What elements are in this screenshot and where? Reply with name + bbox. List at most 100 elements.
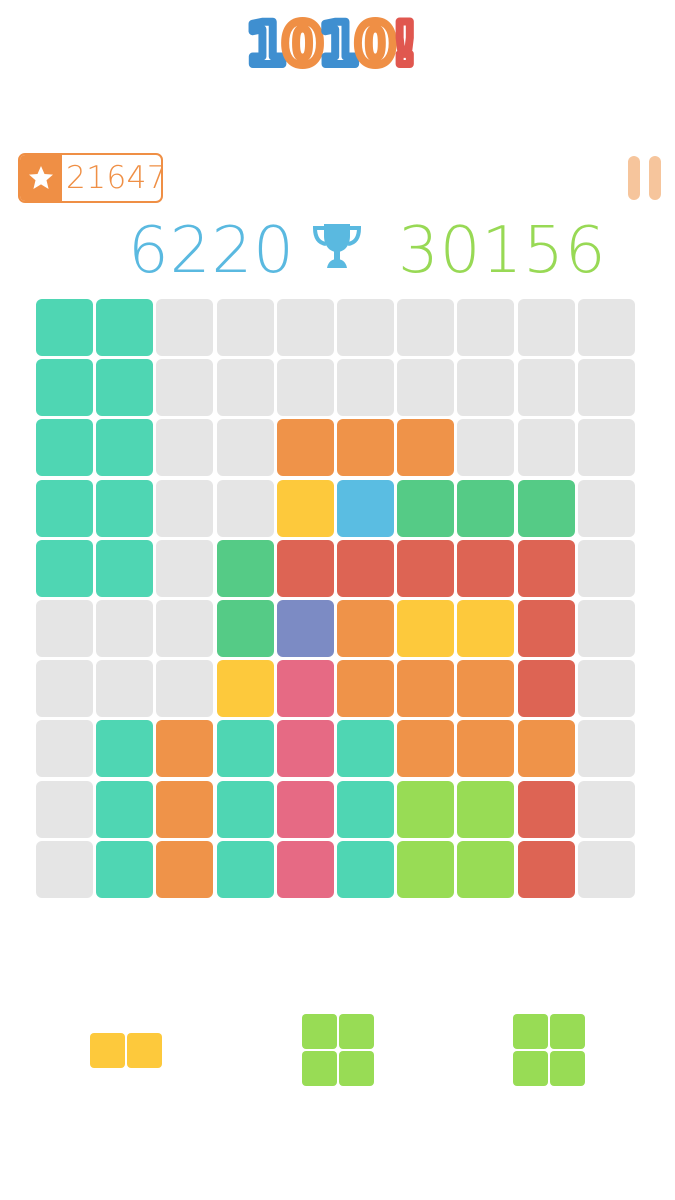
board-cell-filled[interactable] — [36, 540, 93, 597]
board-cell-empty[interactable] — [36, 720, 93, 777]
board-cell-empty[interactable] — [518, 359, 575, 416]
board-cell-filled[interactable] — [277, 781, 334, 838]
board-cell-filled[interactable] — [518, 540, 575, 597]
board-cell-filled[interactable] — [397, 540, 454, 597]
board-cell-filled[interactable] — [457, 480, 514, 537]
board-cell-empty[interactable] — [518, 299, 575, 356]
board-cell-filled[interactable] — [518, 660, 575, 717]
board-cell-empty[interactable] — [337, 359, 394, 416]
board-cell-filled[interactable] — [518, 841, 575, 898]
board-cell-filled[interactable] — [397, 720, 454, 777]
board-cell-empty[interactable] — [457, 359, 514, 416]
board-cell-empty[interactable] — [578, 419, 635, 476]
pause-button[interactable] — [626, 156, 666, 200]
game-board[interactable] — [36, 299, 638, 901]
board-cell-filled[interactable] — [277, 419, 334, 476]
board-cell-filled[interactable] — [217, 660, 274, 717]
board-cell-empty[interactable] — [578, 720, 635, 777]
board-cell-empty[interactable] — [156, 600, 213, 657]
board-cell-filled[interactable] — [397, 419, 454, 476]
board-cell-empty[interactable] — [578, 781, 635, 838]
board-cell-filled[interactable] — [36, 359, 93, 416]
board-cell-empty[interactable] — [96, 600, 153, 657]
board-cell-filled[interactable] — [397, 781, 454, 838]
board-cell-filled[interactable] — [337, 600, 394, 657]
board-cell-empty[interactable] — [217, 480, 274, 537]
board-cell-filled[interactable] — [337, 720, 394, 777]
tray-piece-green-2x2-a[interactable] — [302, 1014, 374, 1086]
board-cell-filled[interactable] — [337, 480, 394, 537]
board-cell-filled[interactable] — [337, 660, 394, 717]
board-cell-filled[interactable] — [156, 781, 213, 838]
board-cell-filled[interactable] — [96, 359, 153, 416]
board-cell-empty[interactable] — [457, 419, 514, 476]
board-cell-filled[interactable] — [518, 720, 575, 777]
board-cell-filled[interactable] — [277, 480, 334, 537]
board-cell-filled[interactable] — [457, 660, 514, 717]
board-cell-filled[interactable] — [217, 540, 274, 597]
board-cell-filled[interactable] — [337, 419, 394, 476]
board-cell-filled[interactable] — [36, 419, 93, 476]
board-cell-filled[interactable] — [277, 660, 334, 717]
board-cell-empty[interactable] — [217, 359, 274, 416]
board-cell-filled[interactable] — [156, 720, 213, 777]
board-cell-empty[interactable] — [397, 359, 454, 416]
board-cell-empty[interactable] — [277, 359, 334, 416]
board-cell-filled[interactable] — [518, 600, 575, 657]
board-cell-empty[interactable] — [156, 540, 213, 597]
board-cell-filled[interactable] — [337, 540, 394, 597]
board-cell-filled[interactable] — [156, 841, 213, 898]
board-cell-filled[interactable] — [518, 781, 575, 838]
board-cell-filled[interactable] — [96, 781, 153, 838]
board-cell-empty[interactable] — [217, 299, 274, 356]
board-cell-filled[interactable] — [277, 841, 334, 898]
board-cell-empty[interactable] — [36, 600, 93, 657]
board-cell-filled[interactable] — [457, 841, 514, 898]
board-cell-empty[interactable] — [96, 660, 153, 717]
board-cell-filled[interactable] — [217, 600, 274, 657]
board-cell-filled[interactable] — [96, 480, 153, 537]
board-cell-empty[interactable] — [277, 299, 334, 356]
board-cell-empty[interactable] — [578, 480, 635, 537]
tray-piece-green-2x2-b[interactable] — [513, 1014, 585, 1086]
board-cell-empty[interactable] — [578, 359, 635, 416]
board-cell-filled[interactable] — [36, 299, 93, 356]
board-cell-filled[interactable] — [457, 781, 514, 838]
board-cell-filled[interactable] — [277, 720, 334, 777]
board-cell-filled[interactable] — [457, 600, 514, 657]
board-cell-filled[interactable] — [277, 540, 334, 597]
board-cell-filled[interactable] — [337, 841, 394, 898]
board-cell-filled[interactable] — [277, 600, 334, 657]
board-cell-filled[interactable] — [337, 781, 394, 838]
board-cell-empty[interactable] — [578, 660, 635, 717]
board-cell-empty[interactable] — [518, 419, 575, 476]
board-cell-filled[interactable] — [96, 299, 153, 356]
board-cell-empty[interactable] — [217, 419, 274, 476]
board-cell-filled[interactable] — [397, 660, 454, 717]
board-cell-empty[interactable] — [156, 480, 213, 537]
star-count-badge[interactable]: 21647 — [18, 153, 163, 203]
board-cell-empty[interactable] — [578, 299, 635, 356]
board-cell-empty[interactable] — [578, 600, 635, 657]
board-cell-filled[interactable] — [36, 480, 93, 537]
board-cell-filled[interactable] — [96, 540, 153, 597]
board-cell-filled[interactable] — [217, 781, 274, 838]
board-cell-empty[interactable] — [36, 781, 93, 838]
board-cell-filled[interactable] — [96, 841, 153, 898]
board-cell-empty[interactable] — [156, 419, 213, 476]
board-cell-empty[interactable] — [156, 660, 213, 717]
board-cell-filled[interactable] — [96, 419, 153, 476]
tray-piece-yellow-1x2[interactable] — [90, 1033, 162, 1068]
board-cell-empty[interactable] — [457, 299, 514, 356]
board-cell-empty[interactable] — [397, 299, 454, 356]
board-cell-empty[interactable] — [337, 299, 394, 356]
board-cell-empty[interactable] — [36, 660, 93, 717]
board-cell-filled[interactable] — [518, 480, 575, 537]
board-cell-filled[interactable] — [397, 841, 454, 898]
board-cell-empty[interactable] — [36, 841, 93, 898]
board-cell-filled[interactable] — [457, 540, 514, 597]
board-cell-filled[interactable] — [96, 720, 153, 777]
board-cell-empty[interactable] — [578, 540, 635, 597]
board-cell-filled[interactable] — [217, 720, 274, 777]
board-cell-empty[interactable] — [156, 299, 213, 356]
